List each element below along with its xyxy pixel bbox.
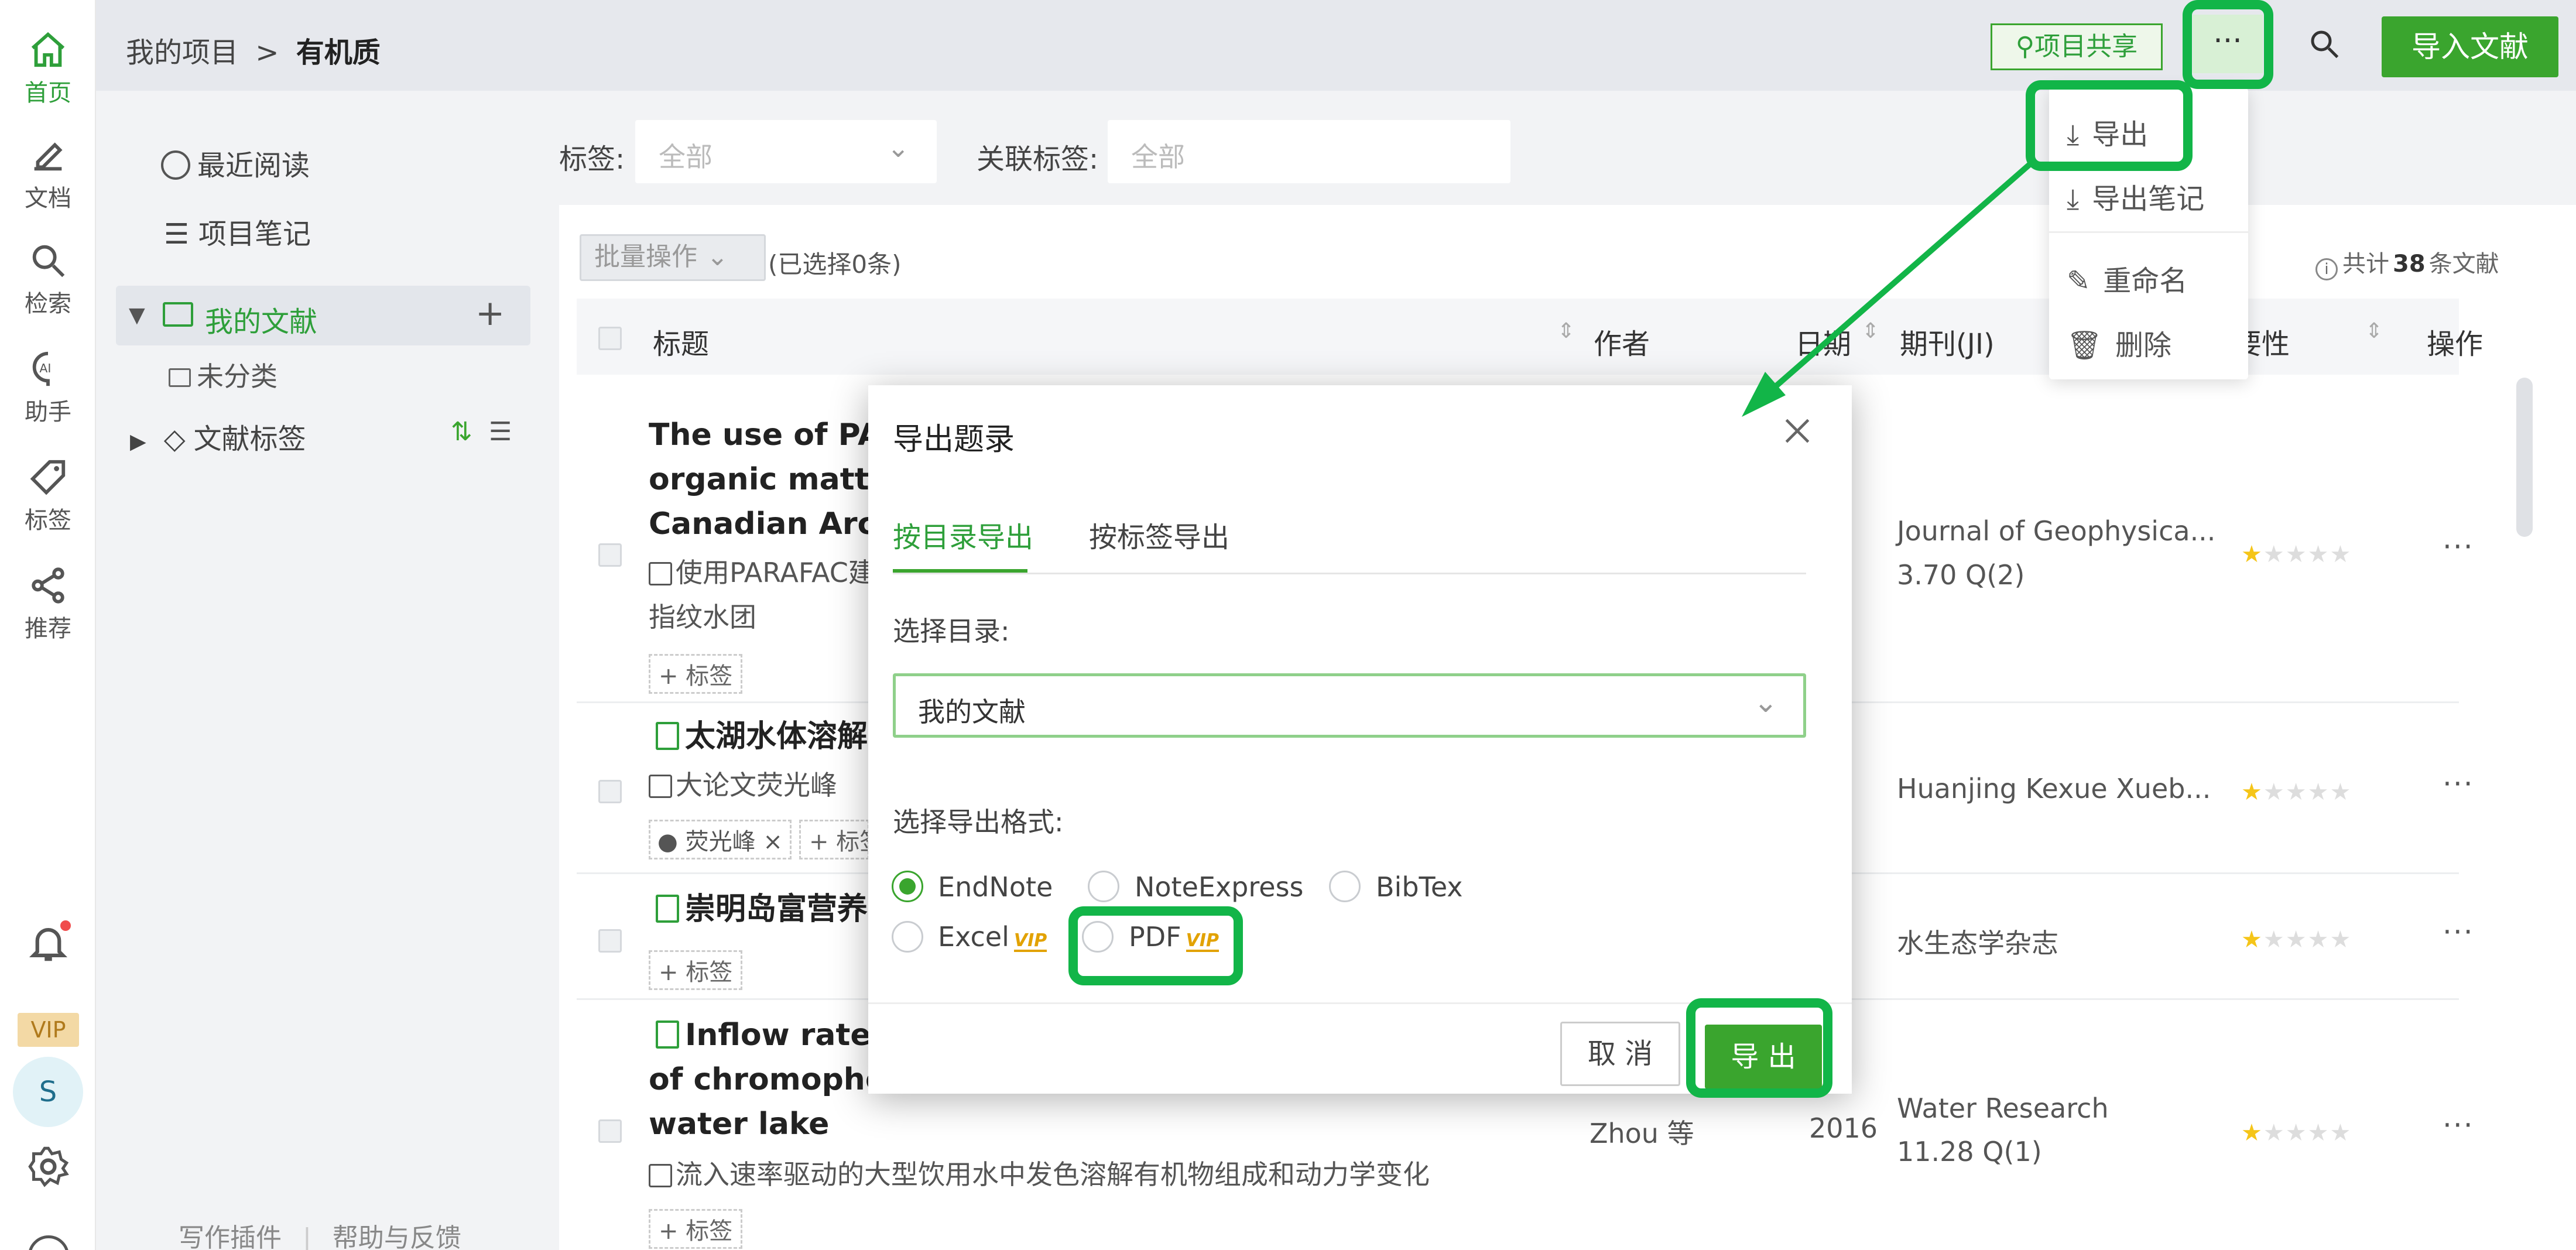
annotation-arrow — [1742, 160, 2034, 417]
